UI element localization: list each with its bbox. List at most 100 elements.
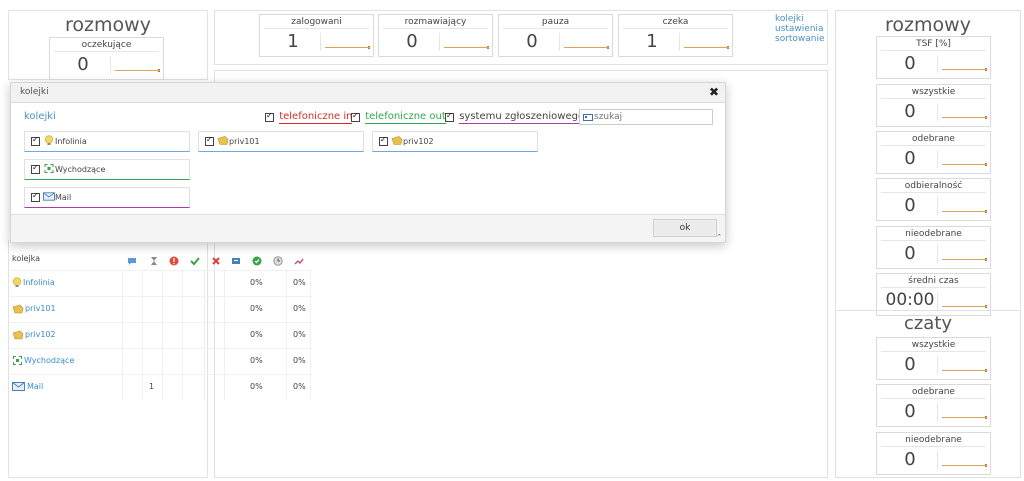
queue-label: priv102 xyxy=(403,137,434,146)
column-divider xyxy=(142,270,143,400)
table-row[interactable]: priv102 0% 0% xyxy=(10,322,312,348)
percent-answered: 0% xyxy=(250,278,263,287)
column-divider xyxy=(122,270,123,400)
ok-circle-icon[interactable] xyxy=(252,256,262,266)
trend-icon[interactable] xyxy=(294,256,304,266)
filter-checkbox[interactable] xyxy=(265,111,274,122)
percent-trend: 0% xyxy=(293,278,306,287)
tag-icon xyxy=(12,330,24,340)
queue-name-link[interactable]: Infolinia xyxy=(23,278,55,287)
queue-name-link[interactable]: priv102 xyxy=(25,330,56,339)
queue-checkbox[interactable] xyxy=(31,135,40,146)
queue-name-link[interactable]: Mail xyxy=(27,382,43,391)
stat-value: 0 xyxy=(904,243,916,264)
stat-label: odbieralność xyxy=(881,179,986,193)
sparkline xyxy=(937,356,989,374)
chat-stat-unanswered: nieodebrane 0 xyxy=(876,432,991,475)
stat-label: zalogowani xyxy=(264,15,369,29)
filter-checkbox[interactable] xyxy=(445,111,454,122)
link-settings[interactable]: ustawienia xyxy=(775,24,825,34)
filter-ticket-system[interactable]: systemu zgłoszeniowego xyxy=(445,111,585,124)
queue-name-link[interactable]: priv101 xyxy=(25,304,56,313)
percent-answered: 0% xyxy=(250,330,263,339)
chat-icon[interactable] xyxy=(127,256,137,266)
link-queues[interactable]: kolejki xyxy=(775,14,825,24)
hourglass-icon[interactable] xyxy=(149,256,159,266)
check-icon[interactable] xyxy=(190,256,200,266)
queue-item-priv102[interactable]: priv102 xyxy=(372,131,538,152)
filter-label: telefoniczne in xyxy=(279,111,353,124)
sparkline xyxy=(679,33,731,51)
queue-label: Wychodzące xyxy=(55,165,106,174)
close-icon[interactable]: ✖ xyxy=(709,85,719,99)
stat-label: nieodebrane xyxy=(881,433,986,447)
stat-answered: odebrane 0 xyxy=(876,131,991,174)
sparkline xyxy=(937,292,989,310)
stat-value: 0 xyxy=(904,401,916,422)
search-input[interactable] xyxy=(594,111,709,123)
chat-stat-all: wszystkie 0 xyxy=(876,337,991,380)
stat-label: czeka xyxy=(623,15,728,29)
bulb-icon xyxy=(12,277,22,287)
outbound-icon xyxy=(44,164,54,173)
stat-unanswered: nieodebrane 0 xyxy=(876,226,991,269)
link-sorting[interactable]: sortowanie xyxy=(775,34,825,44)
sparkline xyxy=(937,150,989,168)
percent-trend: 0% xyxy=(293,356,306,365)
clock-icon[interactable] xyxy=(273,256,283,266)
queue-table: kolejka Infolinia 0% 0% priv101 0% 0% pr… xyxy=(10,252,312,400)
stat-value: 00:00 xyxy=(885,290,935,310)
stat-label: TSF [%] xyxy=(881,37,986,51)
table-row[interactable]: Wychodzące 0% 0% xyxy=(10,348,312,374)
sparkline xyxy=(937,103,989,121)
sparkline xyxy=(937,197,989,215)
column-divider xyxy=(310,270,311,400)
resize-handle-icon[interactable]: ⌃ xyxy=(716,233,722,241)
queue-name-link[interactable]: Wychodzące xyxy=(24,356,74,365)
sparkline xyxy=(937,403,989,421)
stat-label: wszystkie xyxy=(881,338,986,352)
cross-icon[interactable] xyxy=(211,256,221,266)
stat-label: odebrane xyxy=(881,385,986,399)
queues-dialog: kolejki ✖ kolejki telefoniczne in telefo… xyxy=(10,82,726,243)
stat-label: nieodebrane xyxy=(881,227,986,241)
column-divider xyxy=(204,270,205,400)
table-row[interactable]: priv101 0% 0% xyxy=(10,296,312,322)
queue-item-priv101[interactable]: priv101 xyxy=(198,131,364,152)
sparkline xyxy=(559,33,611,51)
archive-icon[interactable] xyxy=(231,256,241,266)
filter-phone-out[interactable]: telefoniczne out xyxy=(351,111,446,124)
queue-item-infolinia[interactable]: Infolinia xyxy=(24,131,190,152)
section-label: kolejki xyxy=(24,111,56,122)
column-divider xyxy=(162,270,163,400)
ok-button[interactable]: ok xyxy=(653,219,717,237)
stat-value: 1 xyxy=(646,31,658,52)
table-row[interactable]: Mail 1 0% 0% xyxy=(10,374,312,400)
sparkline xyxy=(937,245,989,263)
table-row[interactable]: Infolinia 0% 0% xyxy=(10,270,312,296)
queue-item-mail[interactable]: Mail xyxy=(24,187,190,208)
dialog-title: kolejki xyxy=(20,87,49,97)
filter-checkbox[interactable] xyxy=(351,111,360,122)
column-divider xyxy=(286,270,287,400)
left-panel-title: rozmowy xyxy=(65,14,151,36)
search-field[interactable] xyxy=(579,109,713,125)
waiting-count: 1 xyxy=(149,382,155,391)
mail-icon xyxy=(12,382,25,391)
filter-label: telefoniczne out xyxy=(365,111,446,124)
queue-checkbox[interactable] xyxy=(379,135,388,146)
queue-item-wychodzace[interactable]: Wychodzące xyxy=(24,159,190,180)
queue-checkbox[interactable] xyxy=(31,191,40,202)
percent-answered: 0% xyxy=(250,356,263,365)
chat-stat-answered: odebrane 0 xyxy=(876,384,991,427)
stat-value: 0 xyxy=(904,101,916,122)
left-panel: rozmowy oczekujące 0 xyxy=(8,10,208,80)
stat-talking: rozmawiający 0 xyxy=(378,14,493,57)
alert-icon[interactable] xyxy=(169,256,179,266)
queue-checkbox[interactable] xyxy=(205,135,214,146)
column-divider xyxy=(224,270,225,400)
queue-checkbox[interactable] xyxy=(31,163,40,174)
stat-answer-rate: odbieralność 0 xyxy=(876,178,991,221)
filter-phone-in[interactable]: telefoniczne in xyxy=(265,111,353,124)
percent-trend: 0% xyxy=(293,330,306,339)
